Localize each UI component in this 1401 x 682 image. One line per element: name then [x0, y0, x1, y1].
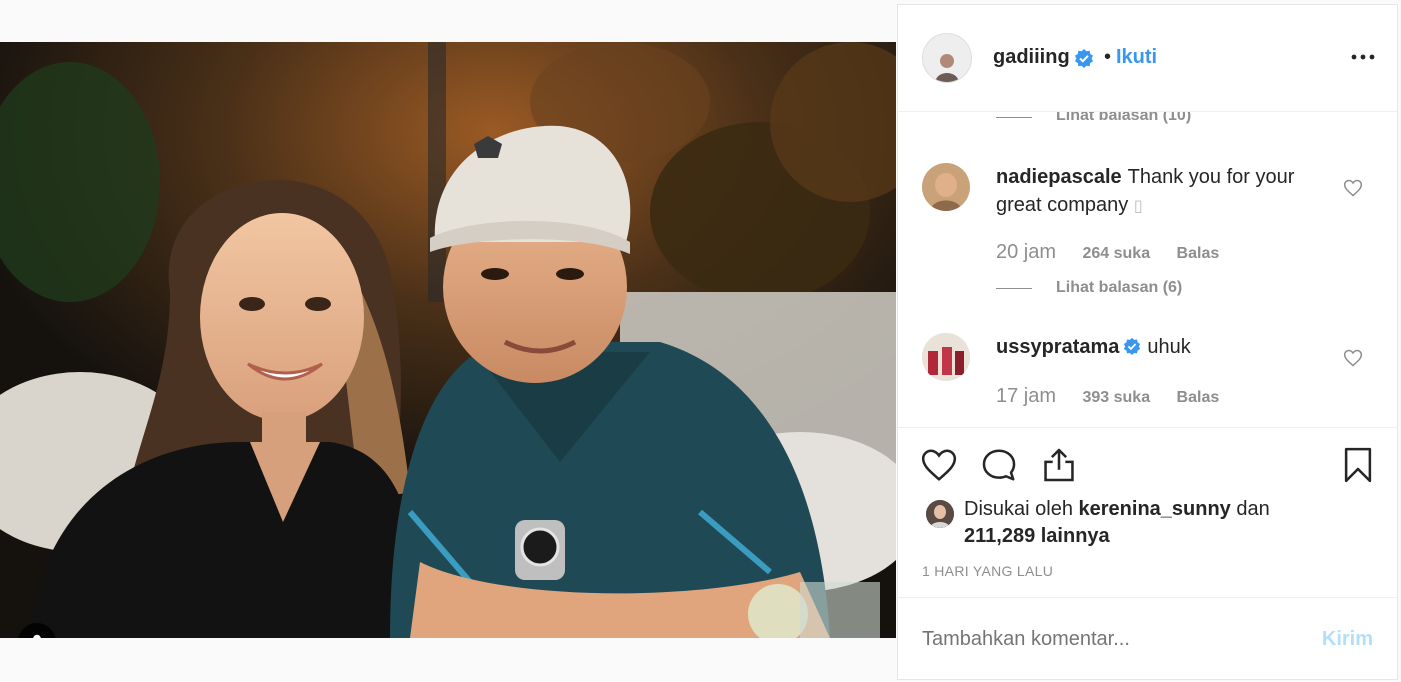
commenter-username[interactable]: nadiepascale — [996, 166, 1122, 188]
verified-badge-icon — [1075, 49, 1093, 68]
photo-illustration — [0, 42, 896, 638]
heart-icon[interactable] — [1343, 178, 1363, 198]
user-tag-icon — [33, 634, 41, 638]
separator-dot: • — [1104, 46, 1112, 68]
comment-body: nadiepascale Thank you for your great com… — [996, 163, 1316, 221]
view-replies-link[interactable]: Lihat balasan (10) — [1056, 111, 1191, 125]
commenter-username[interactable]: ussypratama — [996, 336, 1119, 358]
author-avatar[interactable] — [922, 33, 972, 83]
reply-button[interactable]: Balas — [1177, 245, 1220, 262]
comment-input[interactable] — [922, 628, 1262, 651]
likes-summary: Disukai oleh kerenina_sunny dan 211,289 … — [964, 496, 1294, 550]
follow-button[interactable]: Ikuti — [1116, 46, 1157, 69]
replies-divider — [996, 117, 1032, 118]
avatar-image — [922, 163, 970, 211]
author-username[interactable]: gadiiing — [993, 46, 1070, 69]
comment-icon[interactable] — [980, 446, 1018, 484]
send-button[interactable]: Kirim — [1322, 628, 1373, 651]
comment-time[interactable]: 20 jam — [996, 241, 1056, 263]
comment-time[interactable]: 17 jam — [996, 385, 1056, 407]
replies-divider — [996, 288, 1032, 289]
more-icon[interactable] — [1351, 49, 1375, 65]
liker-username[interactable]: kerenina_sunny — [1079, 498, 1231, 520]
post-timestamp[interactable]: 1 HARI YANG LALU — [922, 563, 1053, 579]
comment-likes[interactable]: 264 suka — [1082, 245, 1150, 262]
heart-icon[interactable] — [1343, 348, 1363, 368]
photo-area — [0, 0, 897, 681]
view-replies-link[interactable]: Lihat balasan (6) — [1056, 279, 1182, 297]
avatar-image — [923, 34, 971, 82]
comment-text: uhuk — [1147, 336, 1191, 358]
bookmark-icon[interactable] — [1339, 446, 1377, 484]
emoji-glyph: ▯ — [1133, 198, 1143, 215]
commenter-avatar[interactable] — [922, 163, 970, 211]
comment-meta: 20 jam 264 suka Balas — [996, 241, 1241, 264]
avatar-image — [922, 333, 970, 381]
reply-button[interactable]: Balas — [1177, 389, 1220, 406]
post-header: gadiiing • Ikuti — [898, 5, 1397, 112]
comment-body: ussypratama uhuk — [996, 333, 1316, 361]
liker-avatar[interactable] — [926, 500, 954, 528]
comment-meta: 17 jam 393 suka Balas — [996, 385, 1241, 408]
avatar-image — [926, 500, 954, 528]
heart-icon[interactable] — [920, 446, 958, 484]
likes-count[interactable]: 211,289 lainnya — [964, 525, 1110, 547]
likes-and: dan — [1236, 498, 1270, 520]
comment-likes[interactable]: 393 suka — [1082, 389, 1150, 406]
post-photo[interactable] — [0, 42, 896, 638]
post-side-panel: gadiiing • Ikuti Lihat balasan (10) nadi… — [897, 4, 1398, 680]
verified-badge-icon — [1124, 337, 1141, 355]
likes-prefix: Disukai oleh — [964, 498, 1073, 520]
add-comment-bar: Kirim — [898, 597, 1397, 682]
commenter-avatar[interactable] — [922, 333, 970, 381]
post-actions: Disukai oleh kerenina_sunny dan 211,289 … — [898, 427, 1397, 598]
share-icon[interactable] — [1040, 446, 1078, 484]
comments-list[interactable]: Lihat balasan (10) nadiepascale Thank you… — [898, 111, 1397, 427]
